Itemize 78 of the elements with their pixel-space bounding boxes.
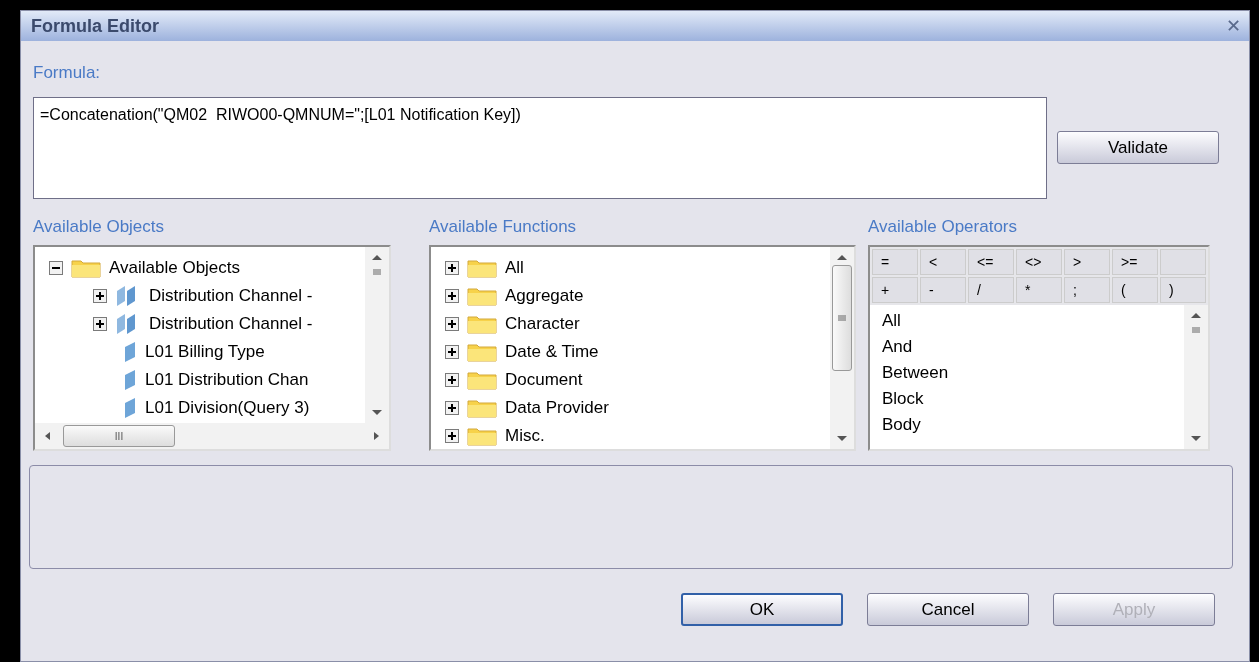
vertical-scrollbar[interactable] <box>1184 305 1208 449</box>
operator-button[interactable]: < <box>920 249 966 275</box>
expand-icon[interactable] <box>93 317 107 331</box>
vertical-scrollbar[interactable] <box>365 247 389 423</box>
expand-icon[interactable] <box>445 401 459 415</box>
tree-item[interactable]: Aggregate <box>505 286 584 306</box>
formula-field[interactable]: =Concatenation("QM02 RIWO00-QMNUM=";[L01 Notification Key]) <box>33 97 1047 199</box>
tree-item[interactable]: Document <box>505 370 583 390</box>
folder-icon <box>467 258 497 278</box>
operator-button[interactable]: <= <box>968 249 1014 275</box>
scroll-right-icon[interactable] <box>373 431 381 441</box>
window-title: Formula Editor <box>31 15 159 37</box>
folder-icon <box>467 286 497 306</box>
folder-icon <box>467 426 497 446</box>
section-label: Available Operators <box>868 217 1018 237</box>
folder-icon <box>467 342 497 362</box>
section-label: Available Objects <box>33 217 166 237</box>
operator-button[interactable]: >= <box>1112 249 1158 275</box>
operator-button[interactable]: > <box>1064 249 1110 275</box>
tree-item[interactable]: Character <box>505 314 580 334</box>
scroll-left-icon[interactable] <box>43 431 51 441</box>
expand-icon[interactable] <box>445 345 459 359</box>
operator-item[interactable]: Between <box>882 360 1184 386</box>
operator-button[interactable]: ; <box>1064 277 1110 303</box>
tree-item[interactable]: L01 Distribution Chan <box>145 370 309 390</box>
folder-icon <box>467 370 497 390</box>
scroll-up-icon[interactable] <box>371 253 383 261</box>
expand-icon[interactable] <box>445 429 459 443</box>
tree-item[interactable]: L01 Billing Type <box>145 342 265 362</box>
expand-icon[interactable] <box>445 373 459 387</box>
operator-item[interactable]: And <box>882 334 1184 360</box>
dialog-button[interactable]: OK <box>681 593 843 626</box>
operator-button[interactable]: * <box>1016 277 1062 303</box>
operator-button[interactable]: / <box>968 277 1014 303</box>
operator-item[interactable]: Block <box>882 386 1184 412</box>
folder-icon <box>467 398 497 418</box>
operator-button[interactable]: = <box>872 249 918 275</box>
tree-item[interactable]: Misc. <box>505 426 545 446</box>
operator-button[interactable]: <> <box>1016 249 1062 275</box>
detail-icon <box>123 397 137 419</box>
tree-item[interactable]: Date & Time <box>505 342 599 362</box>
scroll-up-icon[interactable] <box>1190 311 1202 319</box>
operator-button[interactable]: ) <box>1160 277 1206 303</box>
dialog-button[interactable]: Cancel <box>867 593 1029 626</box>
scroll-down-icon[interactable] <box>1190 435 1202 443</box>
operator-button[interactable]: - <box>920 277 966 303</box>
operator-item[interactable]: Body <box>882 412 1184 438</box>
grip-icon[interactable] <box>372 267 382 277</box>
scroll-thumb[interactable]: III <box>63 425 175 447</box>
section-label: Available Functions <box>429 217 578 237</box>
expand-icon[interactable] <box>445 261 459 275</box>
detail-icon <box>123 341 137 363</box>
operator-item[interactable]: All <box>882 308 1184 334</box>
scroll-down-icon[interactable] <box>836 435 848 443</box>
formula-label: Formula: <box>33 63 102 83</box>
scroll-up-icon[interactable] <box>836 253 848 261</box>
horizontal-scrollbar[interactable]: III <box>35 423 389 449</box>
operator-button[interactable]: + <box>872 277 918 303</box>
validate-button[interactable]: Validate <box>1057 131 1219 164</box>
folder-icon <box>467 314 497 334</box>
detail-icon <box>123 369 137 391</box>
expand-icon[interactable] <box>445 289 459 303</box>
collapse-icon[interactable] <box>49 261 63 275</box>
grip-icon <box>837 313 847 323</box>
scroll-thumb[interactable] <box>832 265 852 371</box>
folder-icon <box>71 258 101 278</box>
vertical-scrollbar[interactable] <box>830 247 854 449</box>
tree-item[interactable]: All <box>505 258 524 278</box>
grip-icon[interactable] <box>1191 325 1201 335</box>
expand-icon[interactable] <box>445 317 459 331</box>
tree-item[interactable]: Distribution Channel - <box>149 314 313 334</box>
tree-item[interactable]: L01 Division(Query 3) <box>145 398 310 418</box>
tree-item[interactable]: Distribution Channel - <box>149 286 313 306</box>
scroll-down-icon[interactable] <box>371 409 383 417</box>
tree-item[interactable]: Available Objects <box>109 258 241 278</box>
tree-item[interactable]: Data Provider <box>505 398 609 418</box>
operator-button[interactable]: ( <box>1112 277 1158 303</box>
expand-icon[interactable] <box>93 289 107 303</box>
